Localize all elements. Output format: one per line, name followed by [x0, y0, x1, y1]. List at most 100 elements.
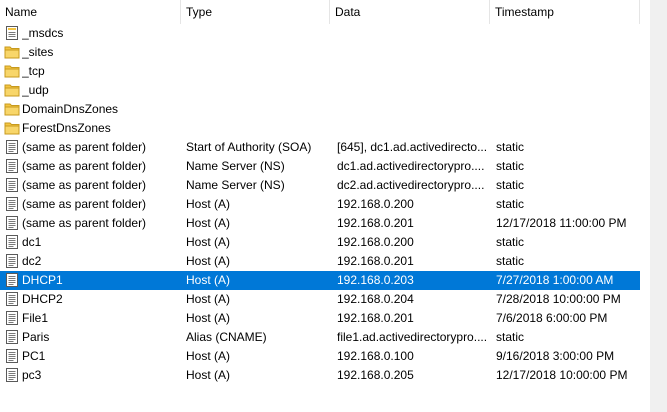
record-type: Name Server (NS) [186, 159, 285, 173]
record-type: Host (A) [186, 273, 231, 287]
record-type [186, 24, 328, 43]
record-icon [4, 139, 20, 155]
record-row[interactable]: ForestDnsZones [0, 119, 640, 138]
column-header: Name Type Data Timestamp [0, 0, 667, 24]
record-name: _sites [22, 45, 54, 59]
record-name: _msdcs [22, 26, 64, 40]
record-data: 192.168.0.205 [337, 368, 414, 382]
record-data: dc2.ad.activedirectorypro.... [337, 178, 485, 192]
record-timestamp: 12/17/2018 11:00:00 PM [496, 216, 627, 230]
folder-icon [4, 82, 20, 98]
record-timestamp: 7/27/2018 1:00:00 AM [496, 273, 614, 287]
folder-icon [4, 101, 20, 117]
record-icon [4, 196, 20, 212]
record-timestamp [496, 24, 640, 43]
vertical-scrollbar[interactable] [650, 0, 667, 412]
record-timestamp: static [496, 235, 525, 249]
record-data: file1.ad.activedirectorypro.... [337, 330, 487, 344]
record-icon [4, 329, 20, 345]
column-header-timestamp[interactable]: Timestamp [490, 0, 639, 24]
record-row[interactable]: (same as parent folder) Host (A) 192.168.0… [0, 214, 640, 233]
column-header-data[interactable]: Data [330, 0, 489, 24]
record-type: Host (A) [186, 368, 231, 382]
record-name: DomainDnsZones [22, 102, 119, 116]
record-row[interactable]: dc1 Host (A) 192.168.0.200 static [0, 233, 640, 252]
folder-icon [4, 120, 20, 136]
record-row[interactable]: File1 Host (A) 192.168.0.201 7/6/2018 6:00:… [0, 309, 640, 328]
record-name: dc1 [22, 235, 42, 249]
record-timestamp: 7/6/2018 6:00:00 PM [496, 311, 608, 325]
record-data [337, 24, 487, 43]
record-row[interactable]: _udp [0, 81, 640, 100]
record-timestamp [496, 62, 640, 81]
record-timestamp: static [496, 330, 525, 344]
record-type: Host (A) [186, 292, 231, 306]
record-row[interactable]: (same as parent folder) Start of Authorit… [0, 138, 640, 157]
record-data: [645], dc1.ad.activedirecto... [337, 140, 487, 154]
record-icon [4, 291, 20, 307]
record-timestamp [496, 119, 640, 138]
record-row[interactable]: PC1 Host (A) 192.168.0.100 9/16/2018 3:00:0… [0, 347, 640, 366]
record-timestamp: 12/17/2018 10:00:00 PM [496, 368, 628, 382]
column-header-name[interactable]: Name [0, 0, 180, 24]
record-data [337, 62, 487, 81]
record-name: dc2 [22, 254, 42, 268]
record-type: Name Server (NS) [186, 178, 285, 192]
record-row[interactable]: dc2 Host (A) 192.168.0.201 static [0, 252, 640, 271]
record-type: Host (A) [186, 349, 231, 363]
record-type [186, 100, 328, 119]
record-name: (same as parent folder) [22, 197, 147, 211]
record-name: File1 [22, 311, 49, 325]
record-type [186, 119, 328, 138]
record-icon [4, 234, 20, 250]
record-type: Host (A) [186, 311, 231, 325]
column-divider[interactable] [639, 0, 640, 24]
record-row[interactable]: Paris Alias (CNAME) file1.ad.activedirecto… [0, 328, 640, 347]
record-type: Host (A) [186, 216, 231, 230]
record-timestamp: static [496, 254, 525, 268]
folder-record-icon [4, 25, 20, 41]
folder-icon [4, 63, 20, 79]
record-icon [4, 310, 20, 326]
record-row[interactable]: (same as parent folder) Name Server (NS) d… [0, 157, 640, 176]
record-icon [4, 253, 20, 269]
record-row[interactable]: _msdcs [0, 24, 640, 43]
record-data: 192.168.0.100 [337, 349, 414, 363]
record-type [186, 43, 328, 62]
column-header-type[interactable]: Type [181, 0, 329, 24]
record-row[interactable]: pc3 Host (A) 192.168.0.205 12/17/2018 10:00… [0, 366, 640, 385]
record-row[interactable]: (same as parent folder) Host (A) 192.168.0… [0, 195, 640, 214]
record-icon [4, 272, 20, 288]
record-icon [4, 177, 20, 193]
record-timestamp: static [496, 159, 525, 173]
record-timestamp [496, 100, 640, 119]
record-row[interactable]: DHCP2 Host (A) 192.168.0.204 7/28/2018 10:0… [0, 290, 640, 309]
record-icon [4, 348, 20, 364]
folder-icon [4, 44, 20, 60]
record-row[interactable]: DHCP1 Host (A) 192.168.0.203 7/27/2018 1:00… [0, 271, 640, 290]
record-data: dc1.ad.activedirectorypro.... [337, 159, 485, 173]
record-data: 192.168.0.201 [337, 254, 414, 268]
record-type: Host (A) [186, 235, 231, 249]
record-data: 192.168.0.204 [337, 292, 414, 306]
record-type: Host (A) [186, 197, 231, 211]
record-row[interactable]: _sites [0, 43, 640, 62]
record-row[interactable]: (same as parent folder) Name Server (NS) d… [0, 176, 640, 195]
record-name: ForestDnsZones [22, 121, 111, 135]
record-timestamp [496, 43, 640, 62]
record-icon [4, 215, 20, 231]
record-name: pc3 [22, 368, 42, 382]
record-row[interactable]: _tcp [0, 62, 640, 81]
record-icon [4, 158, 20, 174]
record-data [337, 100, 487, 119]
record-data [337, 119, 487, 138]
record-name: _udp [22, 83, 49, 97]
record-data: 192.168.0.201 [337, 311, 414, 325]
record-type [186, 81, 328, 100]
record-name: DHCP2 [22, 292, 63, 306]
record-name: DHCP1 [22, 273, 63, 287]
record-type [186, 62, 328, 81]
record-timestamp: 9/16/2018 3:00:00 PM [496, 349, 615, 363]
record-name: PC1 [22, 349, 46, 363]
record-row[interactable]: DomainDnsZones [0, 100, 640, 119]
